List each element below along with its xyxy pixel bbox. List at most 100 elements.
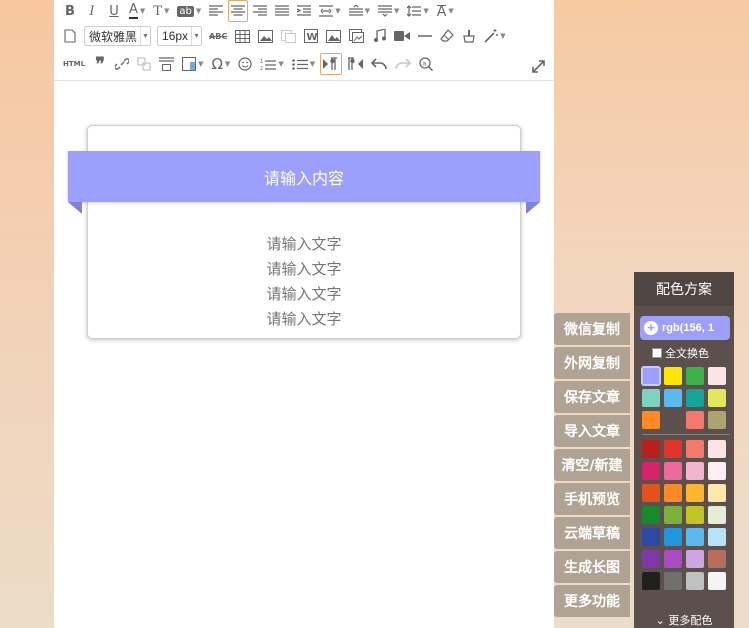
- eraser-icon[interactable]: [437, 25, 457, 47]
- video-icon[interactable]: [391, 25, 413, 47]
- color-swatch[interactable]: [642, 572, 660, 590]
- current-color-picker[interactable]: + rgb(156, 1: [640, 316, 730, 340]
- italic-icon[interactable]: I: [82, 0, 102, 22]
- import-article-button[interactable]: 导入文章: [554, 415, 630, 447]
- color-swatch[interactable]: [642, 528, 660, 546]
- indent-icon[interactable]: [294, 0, 314, 22]
- title-ribbon[interactable]: 请输入内容: [68, 151, 540, 202]
- color-swatch[interactable]: [708, 572, 726, 590]
- color-swatch[interactable]: [664, 550, 682, 568]
- image-icon[interactable]: [255, 25, 276, 47]
- color-swatch[interactable]: [708, 440, 726, 458]
- more-features-button[interactable]: 更多功能: [554, 585, 630, 617]
- align-left-icon[interactable]: [206, 0, 226, 22]
- color-swatch[interactable]: [708, 484, 726, 502]
- blockquote-icon[interactable]: ❞: [90, 53, 110, 75]
- html-source-button[interactable]: HTML: [60, 53, 88, 75]
- color-swatch[interactable]: [642, 411, 660, 429]
- paragraph-before-icon[interactable]: ▼: [346, 0, 373, 22]
- color-swatch[interactable]: [664, 528, 682, 546]
- align-right-icon[interactable]: [250, 0, 270, 22]
- color-swatch[interactable]: [641, 366, 661, 386]
- color-swatch[interactable]: [686, 389, 704, 407]
- color-swatch[interactable]: [708, 528, 726, 546]
- gallery-icon[interactable]: [346, 25, 367, 47]
- color-swatch[interactable]: [642, 550, 660, 568]
- long-image-button[interactable]: 生成长图: [554, 551, 630, 583]
- wechat-copy-button[interactable]: 微信复制: [554, 313, 630, 345]
- align-center-icon[interactable]: [228, 0, 249, 22]
- color-swatch[interactable]: [664, 367, 682, 385]
- horizontal-rule-icon[interactable]: [415, 25, 435, 47]
- line-height-icon[interactable]: ▼: [404, 0, 431, 22]
- color-swatch[interactable]: [708, 550, 726, 568]
- mobile-preview-button[interactable]: 手机预览: [554, 483, 630, 515]
- font-size-icon[interactable]: A ▼: [434, 0, 457, 22]
- more-colors-button[interactable]: ⌄ 更多配色: [634, 612, 734, 628]
- unordered-list-icon[interactable]: ▼: [289, 53, 318, 75]
- color-swatch[interactable]: [708, 506, 726, 524]
- color-swatch[interactable]: [708, 411, 726, 429]
- highlight-icon[interactable]: ab ▼: [174, 0, 204, 22]
- page-background-icon[interactable]: ▼: [179, 53, 206, 75]
- color-swatch[interactable]: [686, 572, 704, 590]
- unlink-icon[interactable]: [134, 53, 154, 75]
- letter-spacing-icon[interactable]: ▼: [316, 0, 343, 22]
- rtl-direction-icon[interactable]: [344, 53, 366, 75]
- link-icon[interactable]: [112, 53, 132, 75]
- color-swatch[interactable]: [664, 572, 682, 590]
- emoji-icon[interactable]: [235, 53, 255, 75]
- color-swatch[interactable]: [708, 462, 726, 480]
- new-document-icon[interactable]: [60, 25, 80, 47]
- color-swatch[interactable]: [686, 440, 704, 458]
- magic-wand-icon[interactable]: ▼: [481, 25, 508, 47]
- apply-all-checkbox[interactable]: 全文换色: [652, 345, 709, 361]
- color-swatch[interactable]: [642, 440, 660, 458]
- color-swatch[interactable]: [664, 506, 682, 524]
- color-swatch[interactable]: [686, 411, 704, 429]
- insert-picture-icon[interactable]: [323, 25, 344, 47]
- content-body[interactable]: 请输入文字 请输入文字 请输入文字 请输入文字: [87, 232, 521, 332]
- color-swatch[interactable]: [642, 389, 660, 407]
- redo-icon[interactable]: [392, 53, 414, 75]
- color-swatch[interactable]: [686, 367, 704, 385]
- strikethrough-abc-icon[interactable]: ABC: [206, 25, 230, 47]
- color-swatch[interactable]: [686, 550, 704, 568]
- ordered-list-icon[interactable]: 1 2 ▼: [257, 53, 286, 75]
- font-size-select[interactable]: 16px ▼: [157, 26, 203, 46]
- align-justify-icon[interactable]: [272, 0, 292, 22]
- bold-icon[interactable]: B: [60, 0, 80, 22]
- undo-icon[interactable]: [368, 53, 390, 75]
- color-swatch[interactable]: [642, 484, 660, 502]
- color-swatch[interactable]: [642, 506, 660, 524]
- find-replace-icon[interactable]: a: [416, 53, 436, 75]
- font-family-select[interactable]: 微软雅黑 ▼: [84, 26, 152, 46]
- color-swatch[interactable]: [664, 411, 682, 429]
- format-brush-icon[interactable]: [459, 25, 479, 47]
- color-swatch[interactable]: [664, 389, 682, 407]
- font-color-icon[interactable]: A ▼: [126, 0, 148, 22]
- clear-new-button[interactable]: 清空/新建: [554, 449, 630, 481]
- cloud-draft-button[interactable]: 云端草稿: [554, 517, 630, 549]
- color-swatch[interactable]: [664, 462, 682, 480]
- paste-image-icon[interactable]: [278, 25, 299, 47]
- music-icon[interactable]: [369, 25, 389, 47]
- color-swatch[interactable]: [664, 440, 682, 458]
- color-swatch[interactable]: [708, 389, 726, 407]
- fullscreen-icon[interactable]: [528, 55, 548, 77]
- external-copy-button[interactable]: 外网复制: [554, 347, 630, 379]
- color-swatch[interactable]: [664, 484, 682, 502]
- color-swatch[interactable]: [686, 528, 704, 546]
- ltr-direction-icon[interactable]: [320, 53, 343, 75]
- color-swatch[interactable]: [686, 462, 704, 480]
- underline-icon[interactable]: U: [104, 0, 124, 22]
- color-swatch[interactable]: [708, 367, 726, 385]
- table-icon[interactable]: [232, 25, 253, 47]
- special-chars-icon[interactable]: Ω ▼: [208, 53, 233, 75]
- paragraph-after-icon[interactable]: ▼: [375, 0, 402, 22]
- template-icon[interactable]: [156, 53, 177, 75]
- save-article-button[interactable]: 保存文章: [554, 381, 630, 413]
- color-swatch[interactable]: [686, 506, 704, 524]
- font-style-icon[interactable]: T ▼: [150, 0, 172, 22]
- color-swatch[interactable]: [642, 462, 660, 480]
